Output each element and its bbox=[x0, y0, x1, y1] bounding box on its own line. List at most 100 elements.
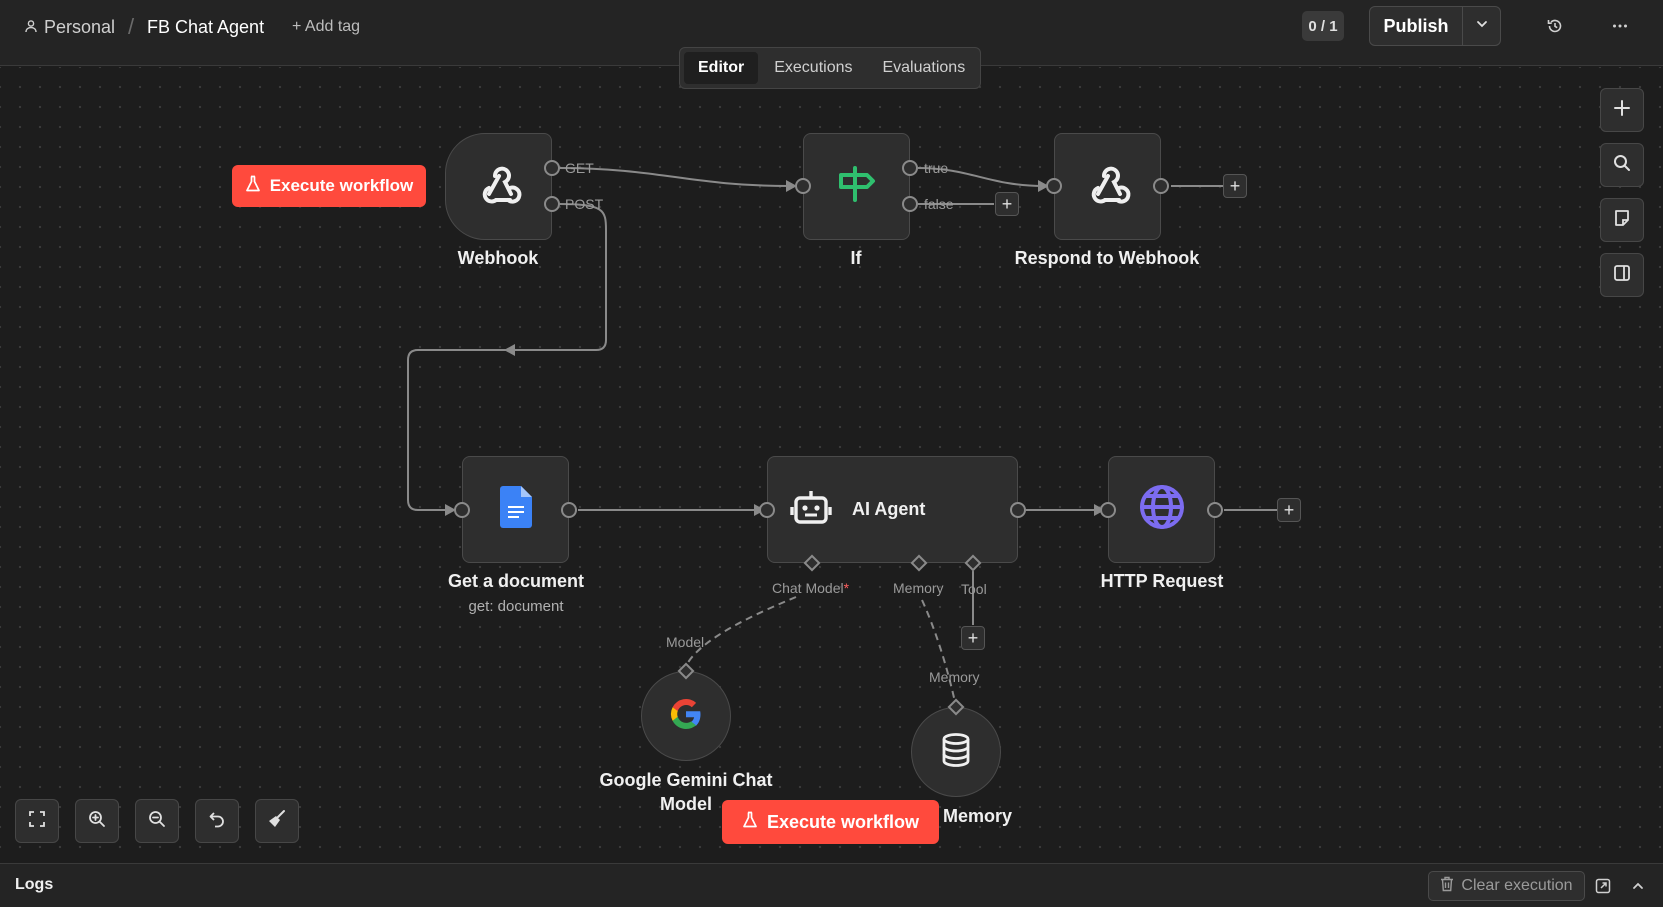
respond-label: Respond to Webhook bbox=[1014, 248, 1200, 268]
tab-editor[interactable]: Editor bbox=[684, 52, 759, 84]
logs-panel-bar: Logs Clear execution bbox=[0, 863, 1663, 907]
chevron-up-icon[interactable] bbox=[1627, 875, 1649, 897]
webhook-icon bbox=[1084, 162, 1132, 211]
if-false-label: false bbox=[924, 196, 954, 212]
zoom-out-button[interactable] bbox=[135, 799, 179, 843]
broom-icon bbox=[267, 809, 287, 834]
tab-executions[interactable]: Executions bbox=[760, 52, 866, 84]
http-request-add-button[interactable]: + bbox=[1277, 498, 1301, 522]
reset-zoom-button[interactable] bbox=[195, 799, 239, 843]
version-counter: 0 / 1 bbox=[1302, 11, 1344, 41]
flask-icon bbox=[245, 175, 261, 198]
add-node-button[interactable] bbox=[1600, 88, 1644, 132]
signpost-icon bbox=[835, 164, 879, 209]
respond-output[interactable] bbox=[1153, 178, 1169, 194]
robot-icon bbox=[790, 488, 832, 531]
if-true-label: true bbox=[924, 160, 949, 176]
toggle-panel-button[interactable] bbox=[1600, 253, 1644, 297]
respond-add-button[interactable]: + bbox=[1223, 174, 1247, 198]
if-output-false[interactable] bbox=[902, 196, 918, 212]
sticky-note-icon bbox=[1613, 209, 1631, 232]
http-request-input[interactable] bbox=[1100, 502, 1116, 518]
globe-icon bbox=[1139, 484, 1185, 535]
google-icon bbox=[669, 697, 703, 736]
view-tabs: Editor Executions Evaluations bbox=[679, 47, 981, 89]
flask-icon bbox=[742, 811, 758, 834]
fit-view-button[interactable] bbox=[15, 799, 59, 843]
node-if[interactable] bbox=[803, 133, 910, 240]
chat-model-connector-label: Chat Model* bbox=[772, 580, 850, 596]
node-memory[interactable] bbox=[911, 707, 1001, 797]
chevron-down-icon bbox=[1475, 17, 1489, 36]
gemini-model-connector-label: Model bbox=[666, 634, 705, 650]
tidy-up-button[interactable] bbox=[255, 799, 299, 843]
tool-connector-label: Tool bbox=[961, 581, 987, 597]
ai-agent-label: AI Agent bbox=[852, 499, 926, 519]
publish-dropdown-button[interactable] bbox=[1463, 7, 1500, 45]
tab-evaluations[interactable]: Evaluations bbox=[868, 52, 979, 84]
execute-workflow-bottom-button[interactable]: Execute workflow bbox=[722, 800, 939, 844]
breadcrumb-personal-label: Personal bbox=[44, 16, 116, 37]
breadcrumb-personal[interactable]: Personal bbox=[24, 16, 115, 38]
trash-icon bbox=[1440, 876, 1454, 897]
if-label: If bbox=[850, 248, 862, 268]
node-google-gemini-chat-model[interactable] bbox=[641, 671, 731, 761]
get-document-output[interactable] bbox=[561, 502, 577, 518]
memory-connector-label: Memory bbox=[893, 580, 944, 596]
google-docs-icon bbox=[499, 486, 532, 533]
webhook-output-post[interactable] bbox=[544, 196, 560, 212]
http-request-label: HTTP Request bbox=[1100, 571, 1224, 591]
execute-workflow-button[interactable]: Execute workflow bbox=[232, 165, 426, 207]
add-tag-button[interactable]: + Add tag bbox=[292, 18, 360, 36]
webhook-output-get[interactable] bbox=[544, 160, 560, 176]
publish-button[interactable]: Publish bbox=[1370, 7, 1463, 45]
add-sticky-note-button[interactable] bbox=[1600, 198, 1644, 242]
zoom-out-icon bbox=[148, 810, 166, 833]
execute-workflow-label: Execute workflow bbox=[269, 176, 414, 195]
search-nodes-button[interactable] bbox=[1600, 143, 1644, 187]
publish-button-group: Publish bbox=[1369, 6, 1501, 46]
get-document-subtitle: get: document bbox=[468, 598, 564, 615]
node-http-request[interactable] bbox=[1108, 456, 1215, 563]
node-webhook[interactable] bbox=[445, 133, 552, 240]
webhook-post-label: POST bbox=[565, 196, 604, 212]
clear-execution-label: Clear execution bbox=[1461, 877, 1573, 894]
webhook-get-label: GET bbox=[565, 160, 594, 176]
ellipsis-icon[interactable] bbox=[1608, 14, 1632, 38]
workflow-title[interactable]: FB Chat Agent bbox=[147, 16, 264, 38]
search-icon bbox=[1613, 154, 1631, 177]
workflow-editor: Personal / FB Chat Agent + Add tag 0 / 1… bbox=[0, 0, 1663, 907]
undo-icon bbox=[208, 810, 226, 833]
webhook-icon bbox=[475, 162, 523, 211]
ai-agent-output[interactable] bbox=[1010, 502, 1026, 518]
fit-view-icon bbox=[28, 810, 46, 833]
memory-node-connector-label: Memory bbox=[929, 669, 980, 685]
http-request-output[interactable] bbox=[1207, 502, 1223, 518]
get-document-input[interactable] bbox=[454, 502, 470, 518]
gemini-label-line1: Google Gemini Chat bbox=[599, 770, 773, 790]
history-icon[interactable] bbox=[1543, 14, 1567, 38]
panel-icon bbox=[1613, 264, 1631, 287]
database-icon bbox=[941, 732, 971, 772]
respond-input[interactable] bbox=[1046, 178, 1062, 194]
memory-node-label: e Memory bbox=[928, 806, 1013, 826]
plus-icon bbox=[1613, 99, 1631, 122]
ai-agent-input[interactable] bbox=[759, 502, 775, 518]
node-respond-to-webhook[interactable] bbox=[1054, 133, 1161, 240]
user-icon bbox=[24, 17, 38, 38]
breadcrumb-separator: / bbox=[128, 14, 135, 39]
zoom-in-button[interactable] bbox=[75, 799, 119, 843]
node-get-a-document[interactable] bbox=[462, 456, 569, 563]
execute-workflow-bottom-label: Execute workflow bbox=[766, 811, 920, 832]
logs-title[interactable]: Logs bbox=[15, 876, 53, 894]
add-tool-button[interactable]: + bbox=[961, 626, 985, 650]
webhook-label: Webhook bbox=[457, 248, 539, 268]
zoom-in-icon bbox=[88, 810, 106, 833]
popout-logs-icon[interactable] bbox=[1592, 875, 1614, 897]
if-output-true[interactable] bbox=[902, 160, 918, 176]
get-document-label: Get a document bbox=[447, 571, 585, 591]
if-false-add-button[interactable]: + bbox=[995, 192, 1019, 216]
node-ai-agent[interactable]: AI Agent bbox=[767, 456, 1018, 563]
clear-execution-button[interactable]: Clear execution bbox=[1428, 871, 1585, 901]
if-input[interactable] bbox=[795, 178, 811, 194]
